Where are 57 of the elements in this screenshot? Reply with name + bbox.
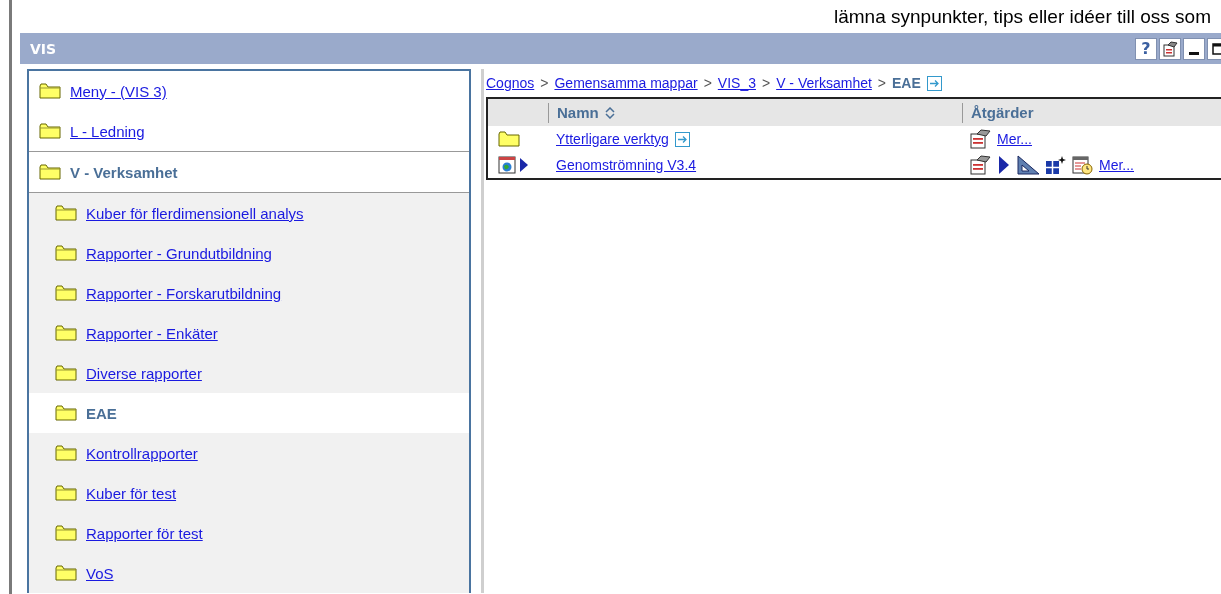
folder-icon [39,83,61,99]
folder-icon [55,365,77,381]
folder-icon [55,285,77,301]
properties-icon[interactable] [970,155,992,175]
breadcrumb-separator: > [703,75,712,91]
breadcrumb-current: EAE [892,75,921,91]
grid-star-icon[interactable] [1045,155,1067,175]
panel-title: VIS [29,40,57,57]
nav-item[interactable]: Rapporter - Grundutbildning [29,233,469,273]
minimize-icon [1189,52,1199,55]
breadcrumb-link[interactable]: Cognos [486,75,535,91]
item-link[interactable]: Genomströmning V3.4 [556,157,697,173]
folder-icon [55,485,77,501]
properties-button[interactable] [1159,37,1181,60]
folder-icon [55,325,77,341]
report-icon [498,156,516,174]
folder-icon [55,445,77,461]
nav-item[interactable]: Meny - (VIS 3) [29,71,469,111]
properties-icon[interactable] [970,129,992,149]
breadcrumb-separator: > [761,75,771,91]
more-link[interactable]: Mer... [997,131,1032,147]
nav-item[interactable]: Rapporter - Forskarutbildning [29,273,469,313]
more-link[interactable]: Mer... [1099,157,1134,173]
properties-icon [1162,40,1178,57]
play-icon[interactable] [519,157,529,173]
help-button[interactable]: ? [1135,37,1157,60]
schedule-icon[interactable] [1072,155,1094,175]
column-header: Åtgärder [971,104,1034,121]
nav-item[interactable]: Kontrollrapporter [29,433,469,473]
banner-text: lämna synpunkter, tips eller idéer till oss som [834,5,1211,28]
breadcrumb-link[interactable]: Gemensamma mappar [554,75,698,91]
folder-icon [55,405,77,421]
play-icon[interactable] [997,155,1011,175]
nav-item[interactable]: Rapporter - Enkäter [29,313,469,353]
nav-item[interactable]: Kuber för test [29,473,469,513]
column-header[interactable]: Namn [557,104,599,121]
folder-icon [39,123,61,139]
breadcrumb-link[interactable]: VIS_3 [717,75,756,91]
nav-item[interactable]: Diverse rapporter [29,353,469,393]
maximize-icon [1211,40,1221,57]
folder-icon [498,131,520,147]
folder-icon [39,164,61,180]
nav-item[interactable]: V - Verksamhet [29,151,469,193]
nav-item[interactable]: Rapporter för test [29,513,469,553]
folder-icon [55,525,77,541]
folder-icon [55,565,77,581]
nav-item[interactable]: Kuber för flerdimensionell analys [29,193,469,233]
minimize-button[interactable] [1183,37,1205,60]
breadcrumb-separator: > [540,75,549,91]
breadcrumb-link[interactable]: V - Verksamhet [776,75,872,91]
folder-icon [55,205,77,221]
item-link[interactable]: Ytterligare verktyg [556,131,669,147]
folder-icon [55,245,77,261]
nav-item[interactable]: VoS [29,553,469,593]
nav-item[interactable]: L - Ledning [29,111,469,151]
breadcrumb-separator: > [877,75,887,91]
sort-icon[interactable] [604,106,615,119]
